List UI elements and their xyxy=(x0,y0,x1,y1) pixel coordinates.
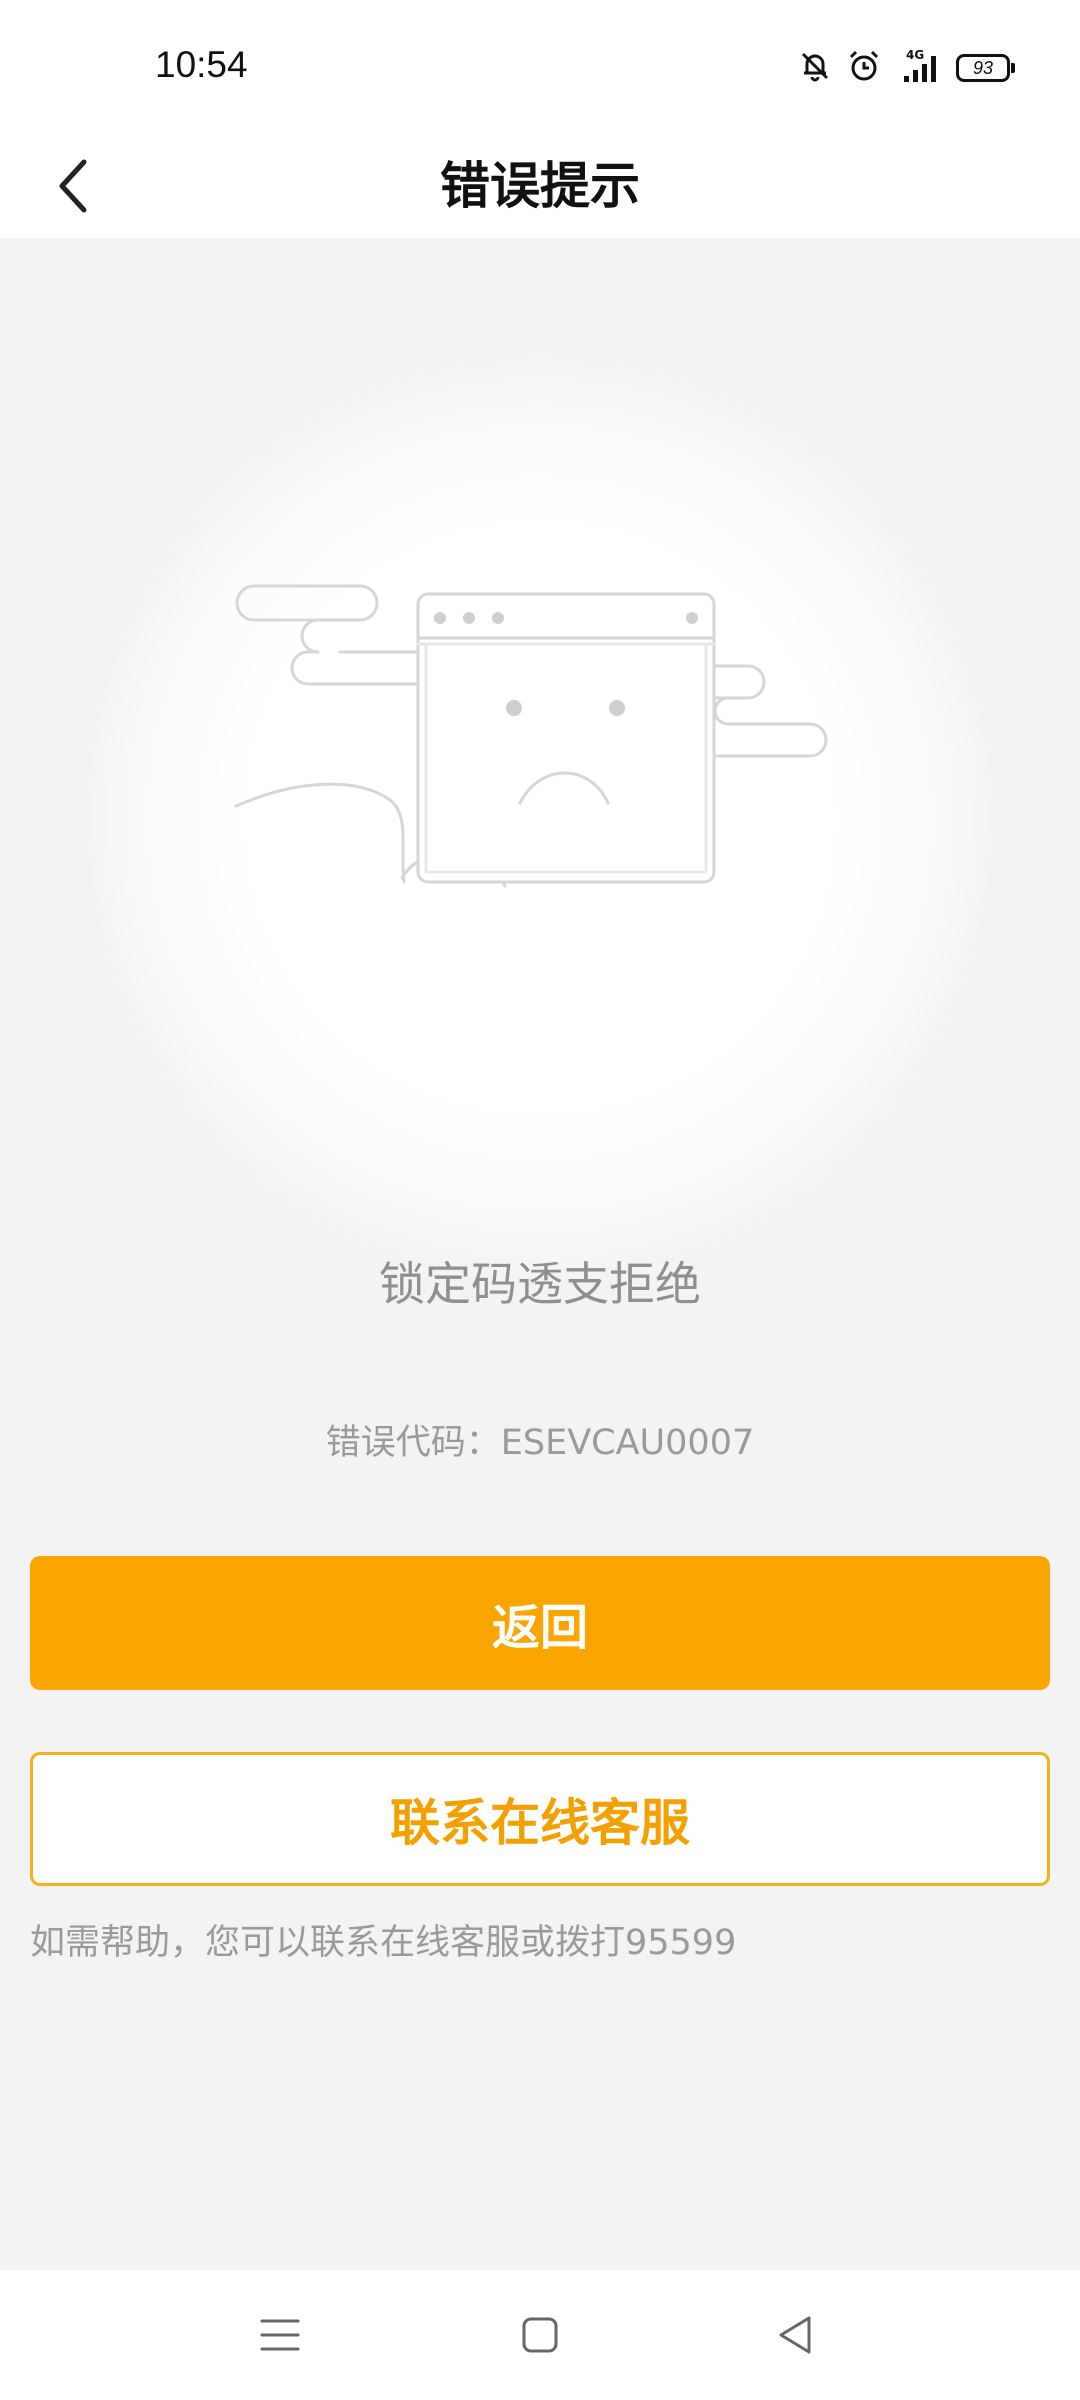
help-text: 如需帮助，您可以联系在线客服或拨打95599 xyxy=(30,1923,737,1963)
menu-icon[interactable] xyxy=(245,2300,315,2370)
status-icons: 4G 93 xyxy=(798,48,1015,88)
return-button-label: 返回 xyxy=(491,1600,588,1656)
signal-icon: 4G xyxy=(896,48,942,88)
chevron-left-icon xyxy=(59,159,87,213)
system-nav-bar xyxy=(0,2270,1080,2400)
sad-browser-window-icon xyxy=(234,584,828,888)
error-code: 错误代码：ESEVCAU0007 xyxy=(325,1423,755,1463)
home-icon[interactable] xyxy=(505,2300,575,2370)
status-time: 10:54 xyxy=(155,44,248,85)
contact-support-button[interactable]: 联系在线客服 xyxy=(30,1752,1050,1886)
battery-icon: 93 xyxy=(956,54,1015,82)
page-title: 错误提示 xyxy=(440,157,640,215)
header-bar: 错误提示 xyxy=(0,134,1080,238)
status-bar: 10:54 4G 93 xyxy=(0,0,1080,134)
back-button[interactable] xyxy=(32,144,116,228)
bell-mute-icon xyxy=(798,49,832,87)
network-type-label: 4G xyxy=(906,48,924,62)
contact-support-label: 联系在线客服 xyxy=(390,1794,690,1852)
main-content: 锁定码透支拒绝 错误代码：ESEVCAU0007 返回 联系在线客服 如需帮助，… xyxy=(0,238,1080,1970)
error-message: 锁定码透支拒绝 xyxy=(379,1257,701,1311)
battery-level: 93 xyxy=(972,58,994,78)
return-button[interactable]: 返回 xyxy=(30,1556,1050,1690)
back-triangle-icon[interactable] xyxy=(760,2300,830,2370)
alarm-icon xyxy=(846,48,882,88)
